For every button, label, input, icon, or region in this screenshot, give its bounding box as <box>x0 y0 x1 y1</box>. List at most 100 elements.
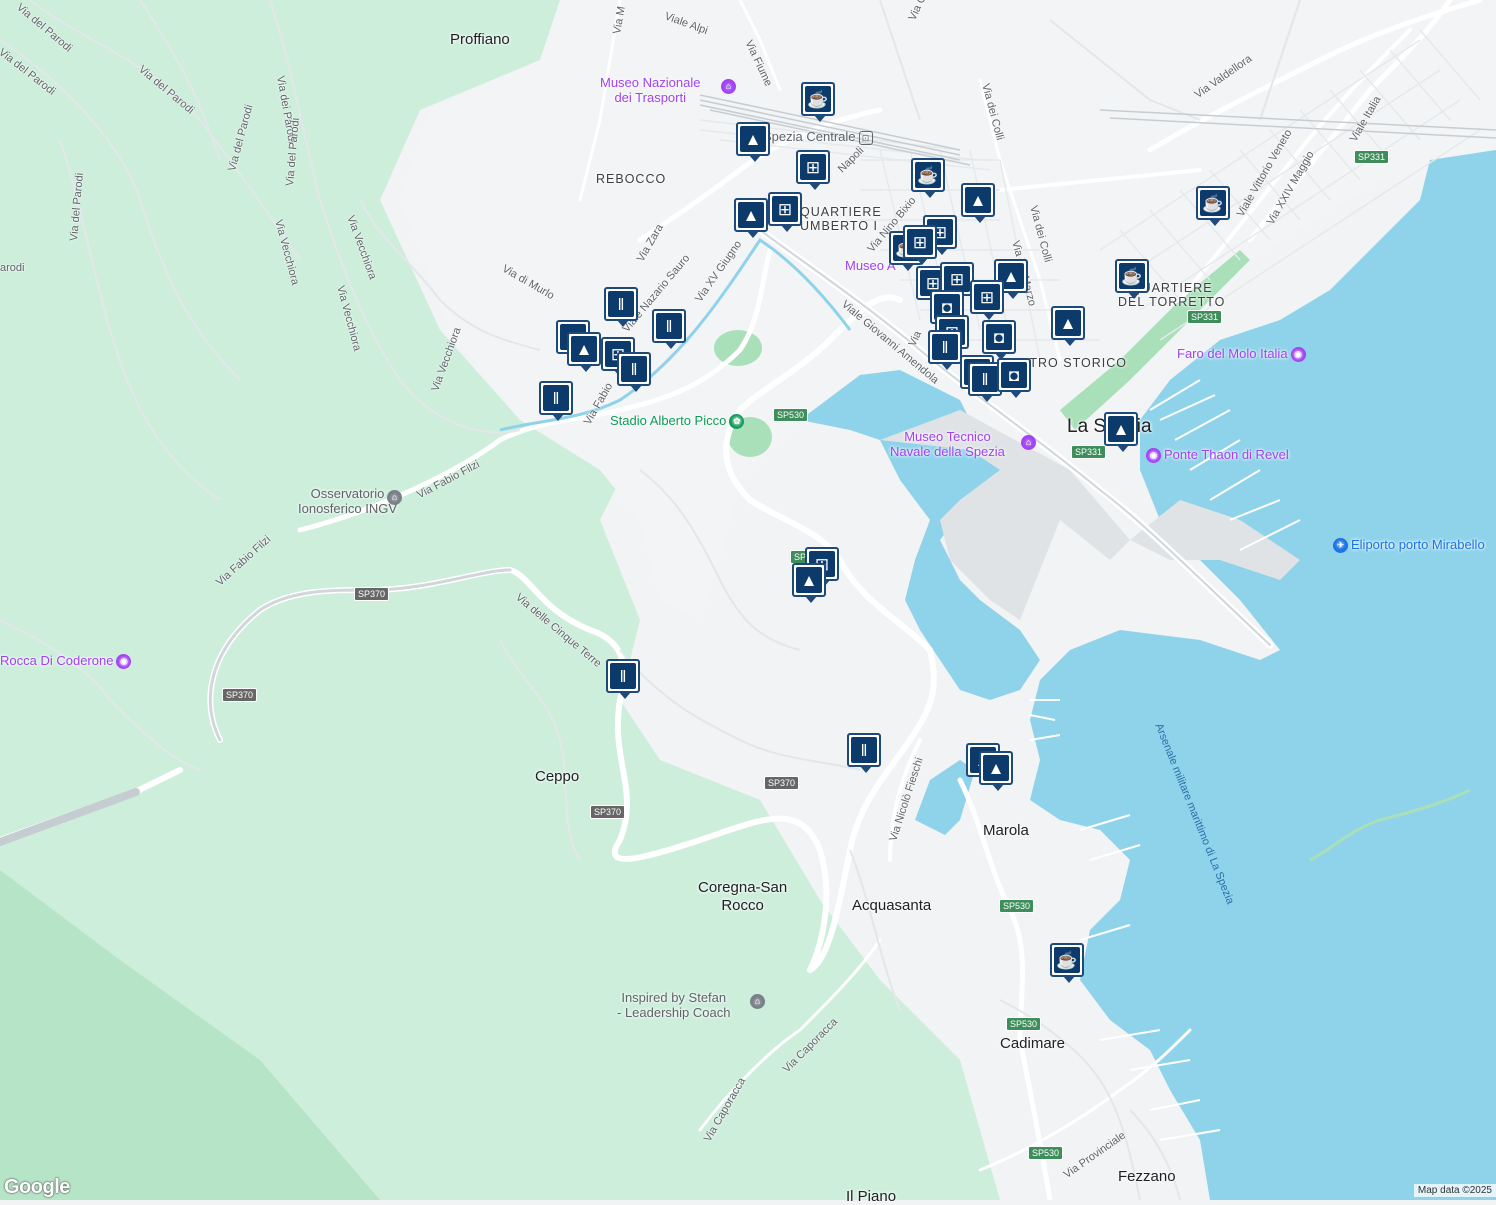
road-badge: SP370 <box>222 688 258 702</box>
poi-inspired-label: Inspired by Stefan - Leadership Coach <box>617 990 731 1020</box>
museum-icon: ⌂ <box>1021 435 1036 450</box>
map-marker-restaurant[interactable]: ‖ <box>847 733 881 773</box>
poi-spezia-centrale[interactable]: Spezia Centrale ⊡ <box>763 129 873 145</box>
district-label-umberto: QUARTIERE UMBERTO I <box>800 205 882 233</box>
poi-rocca[interactable]: Rocca Di Coderone ◉ <box>0 653 132 670</box>
fork-knife-icon: ‖ <box>608 291 634 317</box>
coffee-cup-icon: ☕ <box>805 86 831 112</box>
shopping-bag-icon: ◘ <box>986 324 1012 350</box>
map-marker-school[interactable]: ▲ <box>979 751 1013 791</box>
fork-knife-icon: ‖ <box>543 385 569 411</box>
graduation-cap-icon: ▲ <box>1108 416 1134 442</box>
coffee-cup-icon: ☕ <box>1054 947 1080 973</box>
poi-ponte-thaon-label: Ponte Thaon di Revel <box>1164 447 1289 462</box>
fork-knife-icon: ‖ <box>610 663 636 689</box>
map-marker-shop[interactable]: ⊞ <box>768 192 802 232</box>
map-marker-cafe[interactable]: ☕ <box>801 82 835 122</box>
map-marker-school[interactable]: ▲ <box>1051 306 1085 346</box>
poi-museo-trasporti[interactable]: Museo Nazionale dei Trasporti ⌂ <box>600 75 736 105</box>
road-badge: SP530 <box>999 899 1035 913</box>
poi-museo-tecnico-label: Museo Tecnico Navale della Spezia <box>890 429 1005 459</box>
graduation-cap-icon: ▲ <box>965 187 991 213</box>
map-marker-cafe[interactable]: ☕ <box>1196 186 1230 226</box>
map-marker-restaurant[interactable]: ‖ <box>652 309 686 349</box>
camera-icon: ◉ <box>116 654 132 670</box>
poi-museo-tecnico[interactable]: Museo Tecnico Navale della Spezia ⌂ <box>890 429 1036 459</box>
street-label: arodi <box>0 262 25 274</box>
map-marker-shopping[interactable]: ◘ <box>997 358 1031 398</box>
graduation-cap-icon: ▲ <box>738 202 764 228</box>
map-marker-shop[interactable]: ⊞ <box>796 150 830 190</box>
graduation-cap-icon: ▲ <box>796 567 822 593</box>
poi-osservatorio-label: Osservatorio Ionosferico INGV <box>298 486 397 516</box>
place-label-ceppo: Ceppo <box>535 768 580 785</box>
poi-faro-molo[interactable]: Faro del Molo Italia ◉ <box>1177 346 1306 363</box>
road-badge: SP370 <box>764 776 800 790</box>
map-marker-restaurant[interactable]: ‖ <box>604 287 638 327</box>
airplane-icon: ✈ <box>1333 538 1348 554</box>
poi-museo-trasporti-label: Museo Nazionale dei Trasporti <box>600 75 701 105</box>
coffee-cup-icon: ☕ <box>1200 190 1226 216</box>
road-badge: SP530 <box>1006 1017 1042 1031</box>
institution-icon: ⌂ <box>750 994 765 1009</box>
road-badge: SP530 <box>773 408 809 422</box>
shopping-cart-icon: ⊞ <box>772 196 798 222</box>
map-marker-restaurant[interactable]: ‖ <box>617 352 651 392</box>
district-label-rebocco: REBOCCO <box>596 172 667 186</box>
shopping-cart-icon: ⊞ <box>944 266 970 292</box>
place-label-coregna: Coregna-San Rocco <box>698 879 788 914</box>
map-marker-restaurant[interactable]: ‖ <box>539 381 573 421</box>
map-marker-school[interactable]: ▲ <box>792 563 826 603</box>
fork-knife-icon: ‖ <box>656 313 682 339</box>
poi-museo-short[interactable]: Museo A <box>845 258 896 273</box>
camera-icon: ◉ <box>1290 347 1306 363</box>
map-marker-shopping[interactable]: ◘ <box>982 320 1016 360</box>
map-marker-cafe[interactable]: ☕ <box>911 158 945 198</box>
museum-icon: ⌂ <box>721 79 736 94</box>
map-marker-school[interactable]: ▲ <box>736 122 770 162</box>
map-credit[interactable]: Map data ©2025 <box>1413 1184 1496 1197</box>
stadium-field-north <box>714 330 762 366</box>
fork-knife-icon: ‖ <box>972 366 998 392</box>
map-marker-restaurant[interactable]: ‖ <box>606 659 640 699</box>
poi-ponte-thaon[interactable]: ◉ Ponte Thaon di Revel <box>1146 447 1289 464</box>
fork-knife-icon: ‖ <box>932 334 958 360</box>
poi-stadio[interactable]: Stadio Alberto Picco ✿ <box>610 413 745 430</box>
road-badge: SP370 <box>354 587 390 601</box>
map-marker-shop[interactable]: ⊞ <box>903 225 937 265</box>
map-marker-school[interactable]: ▲ <box>1104 412 1138 452</box>
poi-eliporto-label: Eliporto porto Mirabello <box>1351 537 1485 552</box>
road-badge: SP331 <box>1071 445 1107 459</box>
map-marker-school[interactable]: ▲ <box>567 332 601 372</box>
stadium-icon: ✿ <box>729 414 745 430</box>
place-label-acquasanta: Acquasanta <box>852 897 932 914</box>
map-canvas[interactable] <box>0 0 1496 1200</box>
poi-osservatorio[interactable]: Osservatorio Ionosferico INGV ⌂ <box>298 486 402 516</box>
shopping-cart-icon: ⊞ <box>800 154 826 180</box>
institution-icon: ⌂ <box>387 490 402 505</box>
map-marker-cafe[interactable]: ☕ <box>1115 259 1149 299</box>
road-badge: SP331 <box>1187 310 1223 324</box>
train-station-icon: ⊡ <box>858 131 873 145</box>
place-label-il-piano: Il Piano <box>846 1188 897 1205</box>
map-marker-shop[interactable]: ⊞ <box>970 280 1004 320</box>
map-marker-cafe[interactable]: ☕ <box>1050 943 1084 983</box>
road-badge: SP331 <box>1354 150 1390 164</box>
graduation-cap-icon: ▲ <box>740 126 766 152</box>
poi-faro-molo-label: Faro del Molo Italia <box>1177 346 1288 361</box>
poi-stadio-label: Stadio Alberto Picco <box>610 413 727 428</box>
place-label-proffiano: Proffiano <box>450 31 510 48</box>
poi-rocca-label: Rocca Di Coderone <box>0 653 114 668</box>
map-marker-school[interactable]: ▲ <box>961 183 995 223</box>
poi-spezia-centrale-label: Spezia Centrale <box>763 129 856 144</box>
map-marker-school[interactable]: ▲ <box>734 198 768 238</box>
graduation-cap-icon: ▲ <box>1055 310 1081 336</box>
road-badge: SP530 <box>1028 1146 1064 1160</box>
place-label-marola: Marola <box>983 822 1029 839</box>
place-label-fezzano: Fezzano <box>1118 1168 1176 1185</box>
fork-knife-icon: ‖ <box>851 737 877 763</box>
poi-inspired[interactable]: Inspired by Stefan - Leadership Coach ⌂ <box>617 990 765 1020</box>
map-marker-restaurant[interactable]: ‖ <box>928 330 962 370</box>
poi-eliporto[interactable]: ✈ Eliporto porto Mirabello <box>1333 537 1485 554</box>
shopping-cart-icon: ⊞ <box>974 284 1000 310</box>
